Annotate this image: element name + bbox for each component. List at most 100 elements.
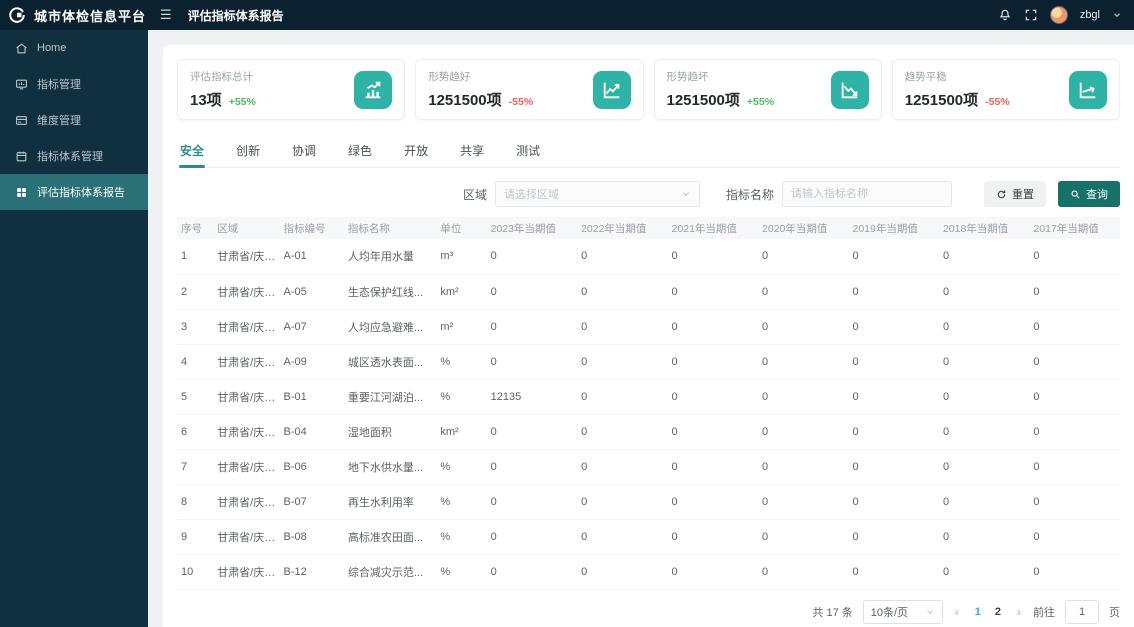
stat-card-label: 形势趋好 xyxy=(428,71,471,83)
table-cell: 0 xyxy=(848,309,939,345)
table-column-header: 2020年当期值 xyxy=(758,217,849,239)
table-cell: 人均应急避难... xyxy=(343,309,437,345)
page-number-2[interactable]: 2 xyxy=(991,606,1005,618)
table-cell: 甘肃省/庆阳... xyxy=(213,309,280,345)
query-button[interactable]: 查询 xyxy=(1058,181,1120,207)
table-column-header: 2018年当期值 xyxy=(938,217,1030,239)
tab-2[interactable]: 创新 xyxy=(235,136,261,167)
table-row: 7 甘肃省/庆阳... B-06 地下水供水量...% 0 0 0 0 0 0 0 xyxy=(177,449,1120,485)
tab-3[interactable]: 协调 xyxy=(291,136,317,167)
table-cell: 0 xyxy=(758,274,849,310)
table-cell: 0 xyxy=(667,379,759,415)
table-cell: 0 xyxy=(758,484,849,520)
page-size-select[interactable]: 10条/页 xyxy=(862,599,943,624)
region-label: 区域 xyxy=(462,187,487,202)
table-cell: 4 xyxy=(177,344,214,380)
grid-icon xyxy=(15,186,28,199)
indicator-name-label: 指标名称 xyxy=(725,187,774,202)
fullscreen-icon[interactable] xyxy=(1024,8,1038,22)
stat-card: 形势趋好 1251500项 -55% xyxy=(415,59,644,120)
table-cell: 甘肃省/庆阳... xyxy=(213,379,280,415)
trend-flat-icon xyxy=(1069,70,1107,109)
sidebar-item[interactable]: 指标体系管理 xyxy=(0,138,148,174)
table-cell: B-04 xyxy=(279,414,344,450)
table-cell: 0 xyxy=(758,344,849,380)
table-cell: % xyxy=(436,484,487,520)
table-cell: 0 xyxy=(848,239,939,275)
page-number-1[interactable]: 1 xyxy=(971,606,985,618)
main-content: 评估指标总计 13项 +55% 形势趋好 1251500项 -55% 形势趋坏 1251500… xyxy=(148,30,1134,627)
table-cell: 0 xyxy=(758,239,849,275)
breadcrumb: 评估指标体系报告 xyxy=(187,8,284,23)
reset-button-label: 重置 xyxy=(1012,189,1034,201)
table-cell: B-06 xyxy=(279,449,344,485)
tab-4[interactable]: 绿色 xyxy=(347,136,373,167)
reset-button[interactable]: 重置 xyxy=(984,181,1046,207)
table-cell: 0 xyxy=(577,519,668,555)
table-row: 4 甘肃省/庆阳... A-09 城区透水表面...% 0 0 0 0 0 0 0 xyxy=(177,344,1120,380)
stat-card: 评估指标总计 13项 +55% xyxy=(177,59,406,120)
hamburger-icon[interactable]: ☰ xyxy=(160,7,172,23)
table-row: 6 甘肃省/庆阳... B-04 湿地面积 km² 0 0 0 0 0 0 0 xyxy=(177,414,1120,450)
tab-7[interactable]: 测试 xyxy=(515,136,541,167)
stat-card: 形势趋坏 1251500项 +55% xyxy=(653,59,882,120)
tab-1[interactable]: 安全 xyxy=(179,136,206,168)
table-cell: 2 xyxy=(177,274,214,310)
table-cell: 0 xyxy=(938,414,1030,450)
table-cell: 0 xyxy=(1029,554,1120,590)
sidebar-item[interactable]: Home xyxy=(0,30,148,66)
table-cell: 10 xyxy=(177,554,214,590)
indicator-name-input[interactable] xyxy=(782,181,952,207)
pagination-total: 共 17 条 xyxy=(812,606,853,619)
sidebar-item-label: 评估指标体系报告 xyxy=(37,187,125,199)
stat-card-delta: +55% xyxy=(746,96,775,108)
table-cell: 0 xyxy=(667,519,759,555)
table-cell: 0 xyxy=(667,484,759,520)
tab-6[interactable]: 共享 xyxy=(459,136,485,167)
chevron-down-icon[interactable] xyxy=(1112,10,1122,20)
tab-5[interactable]: 开放 xyxy=(403,136,429,167)
sidebar-item[interactable]: 维度管理 xyxy=(0,102,148,138)
table-cell: 9 xyxy=(177,519,214,555)
sidebar-item[interactable]: 评估指标体系报告 xyxy=(0,174,148,210)
table-cell: B-07 xyxy=(279,484,344,520)
sidebar-item-label: 指标体系管理 xyxy=(37,151,103,163)
table-cell: B-08 xyxy=(279,519,344,555)
goto-page-input[interactable] xyxy=(1065,599,1099,624)
table-cell: 重要江河湖泊... xyxy=(343,379,437,415)
table-row: 9 甘肃省/庆阳... B-08 高标准农田面...% 0 0 0 0 0 0 0 xyxy=(177,519,1120,555)
table-cell: % xyxy=(436,519,487,555)
table-cell: 0 xyxy=(938,344,1030,380)
table-cell: 再生水利用率 xyxy=(343,484,437,520)
query-button-label: 查询 xyxy=(1086,189,1108,201)
table-cell: 0 xyxy=(848,379,939,415)
table-cell: 0 xyxy=(486,414,578,450)
region-select[interactable]: 请选择区域 xyxy=(494,181,700,207)
table-cell: 0 xyxy=(848,484,939,520)
app-title: 城市体检信息平台 xyxy=(34,8,147,24)
table-cell: 人均年用水量 xyxy=(343,239,437,275)
table-cell: 0 xyxy=(486,554,578,590)
table-cell: 0 xyxy=(577,309,668,345)
table-column-header: 单位 xyxy=(436,217,487,239)
stat-card-delta: -55% xyxy=(985,96,1010,108)
sidebar-item-label: 维度管理 xyxy=(37,115,81,127)
next-page-button[interactable]: › xyxy=(1015,605,1023,619)
stat-card-delta: -55% xyxy=(508,96,534,108)
user-avatar[interactable] xyxy=(1049,6,1068,24)
table-cell: 0 xyxy=(848,344,939,380)
table-cell: 0 xyxy=(758,379,849,415)
table-column-header: 2022年当期值 xyxy=(577,217,668,239)
prev-page-button[interactable]: ‹ xyxy=(953,605,961,619)
table-cell: A-09 xyxy=(279,344,344,380)
bell-icon[interactable] xyxy=(998,8,1012,22)
table-row: 10 甘肃省/庆阳... B-12 综合减灾示范...% 0 0 0 0 0 0 0 xyxy=(177,554,1120,590)
sidebar-item[interactable]: 指标管理 xyxy=(0,66,148,102)
table-cell: m² xyxy=(436,309,487,345)
table-cell: 甘肃省/庆阳... xyxy=(213,344,280,380)
table-cell: 0 xyxy=(577,344,668,380)
bar-chart-up-icon xyxy=(354,70,393,109)
table-cell: 甘肃省/庆阳... xyxy=(213,239,280,275)
table-cell: 0 xyxy=(486,274,578,310)
table-cell: m³ xyxy=(436,239,487,275)
